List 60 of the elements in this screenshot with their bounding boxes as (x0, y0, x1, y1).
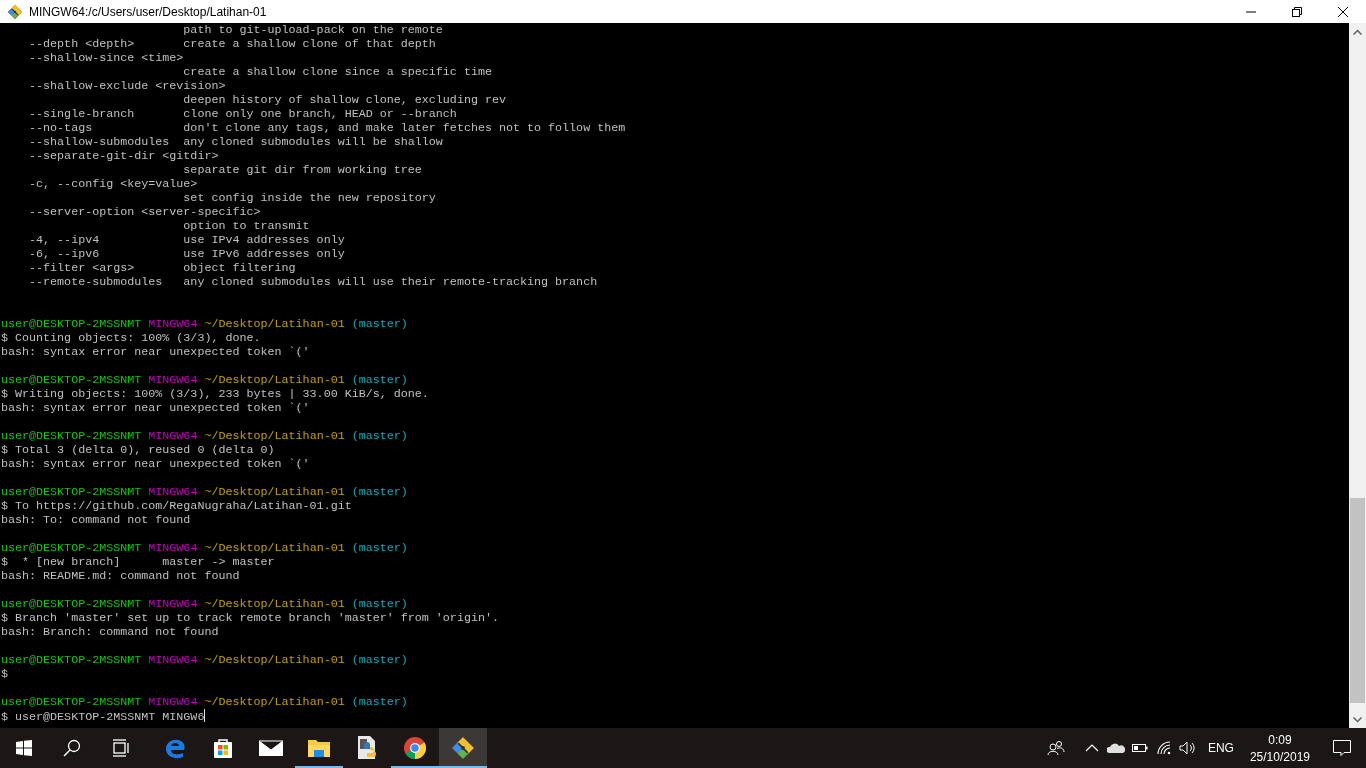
git-diamond-icon (451, 736, 475, 760)
caret-down-icon (1353, 716, 1362, 723)
window-title: MINGW64:/c/Users/user/Desktop/Latihan-01 (29, 4, 268, 19)
output-line: bash: README.md: command not found (1, 569, 241, 583)
scrollbar-thumb[interactable] (1350, 498, 1365, 703)
command-line: $ To https://github.com/RegaNugraha/Latihan-01.git (1, 499, 353, 513)
restore-icon (1292, 6, 1302, 17)
help-text-line: -6, --ipv6 use IPv6 addresses only (28, 247, 346, 261)
help-text-line: create a shallow clone since a specific time (182, 65, 493, 79)
clock[interactable]: 0:09 25/10/2019 (1241, 728, 1318, 768)
windows-logo-icon (16, 740, 32, 756)
command-line: $ Branch 'master' set up to track remote branch 'master' from 'origin'. (1, 611, 500, 625)
command-line: $ Total 3 (delta 0), reused 0 (delta 0) (1, 443, 276, 457)
prompt-line: user@DESKTOP-2MSSNMT MINGW64 ~/Desktop/Latihan-01 (master) (1, 597, 409, 611)
command-line: $ * [new branch] master -> master (1, 555, 276, 569)
output-line: bash: Branch: command not found (1, 625, 220, 639)
help-text-line: --separate-git-dir <gitdir> (28, 149, 220, 163)
output-line: bash: syntax error near unexpected token `(' (1, 457, 311, 471)
prompt-line: user@DESKTOP-2MSSNMT MINGW64 ~/Desktop/Latihan-01 (master) (1, 317, 409, 331)
help-text-line: option to transmit (182, 219, 311, 233)
python-file-icon (355, 735, 379, 761)
output-line: bash: syntax error near unexpected token `(' (1, 345, 311, 359)
command-line: $ Writing objects: 100% (3/3), 233 bytes | 33.00 KiB/s, done. (1, 387, 430, 401)
close-icon (1338, 6, 1348, 17)
help-text-line: set config inside the new repository (182, 191, 437, 205)
output-line: bash: syntax error near unexpected token `(' (1, 401, 311, 415)
help-text-line: -4, --ipv4 use IPv4 addresses only (28, 233, 346, 247)
taskbar-app-button[interactable] (439, 728, 487, 768)
language-indicator[interactable]: ENG (1199, 728, 1242, 768)
chrome-icon (403, 736, 427, 760)
task-view-icon (111, 739, 129, 757)
command-line: $ (1, 667, 9, 681)
command-line: $ Counting objects: 100% (3/3), done. (1, 331, 262, 345)
help-text-line: path to git-upload-pack on the remote (182, 23, 444, 37)
help-text-line: --server-option <server-specific> (28, 205, 262, 219)
prompt-line: user@DESKTOP-2MSSNMT MINGW64 ~/Desktop/Latihan-01 (master) (1, 653, 409, 667)
help-text-line: --shallow-since <time> (28, 51, 185, 65)
help-text-line: deepen history of shallow clone, excluding rev (182, 93, 507, 107)
folder-icon (307, 737, 331, 759)
help-text-line: --shallow-submodules any cloned submodules will be shallow (28, 135, 444, 149)
help-text-line: --single-branch clone only one branch, HEAD or --branch (28, 107, 458, 121)
help-text-line: -c, --config <key=value> (28, 177, 199, 191)
search-icon (63, 739, 81, 757)
prompt-line: user@DESKTOP-2MSSNMT MINGW64 ~/Desktop/Latihan-01 (master) (1, 373, 409, 387)
help-text-line: --filter <args> object filtering (28, 261, 297, 275)
mail-icon (258, 738, 284, 758)
git-diamond-icon (7, 3, 23, 20)
prompt-line: user@DESKTOP-2MSSNMT MINGW64 ~/Desktop/Latihan-01 (master) (1, 541, 409, 555)
help-text-line: --remote-submodules any cloned submodules will use their remote-tracking branch (28, 275, 599, 289)
output-line: bash: To: command not found (1, 513, 192, 527)
help-text-line: --depth <depth> create a shallow clone of that depth (28, 37, 437, 51)
prompt-line: user@DESKTOP-2MSSNMT MINGW64 ~/Desktop/Latihan-01 (master) (1, 695, 409, 709)
help-text-line: --shallow-exclude <revision> (28, 79, 227, 93)
store-bag-icon (211, 736, 235, 760)
prompt-line: user@DESKTOP-2MSSNMT MINGW64 ~/Desktop/Latihan-01 (master) (1, 429, 409, 443)
help-text-line: --no-tags don't clone any tags, and make later fetches not to follow them (28, 121, 627, 135)
help-text-line: separate git dir from working tree (182, 163, 423, 177)
command-line: $ user@DESKTOP-2MSSNMT MINGW6 (1, 709, 207, 723)
prompt-line: user@DESKTOP-2MSSNMT MINGW64 ~/Desktop/Latihan-01 (master) (1, 485, 409, 499)
caret-up-icon (1353, 28, 1362, 35)
